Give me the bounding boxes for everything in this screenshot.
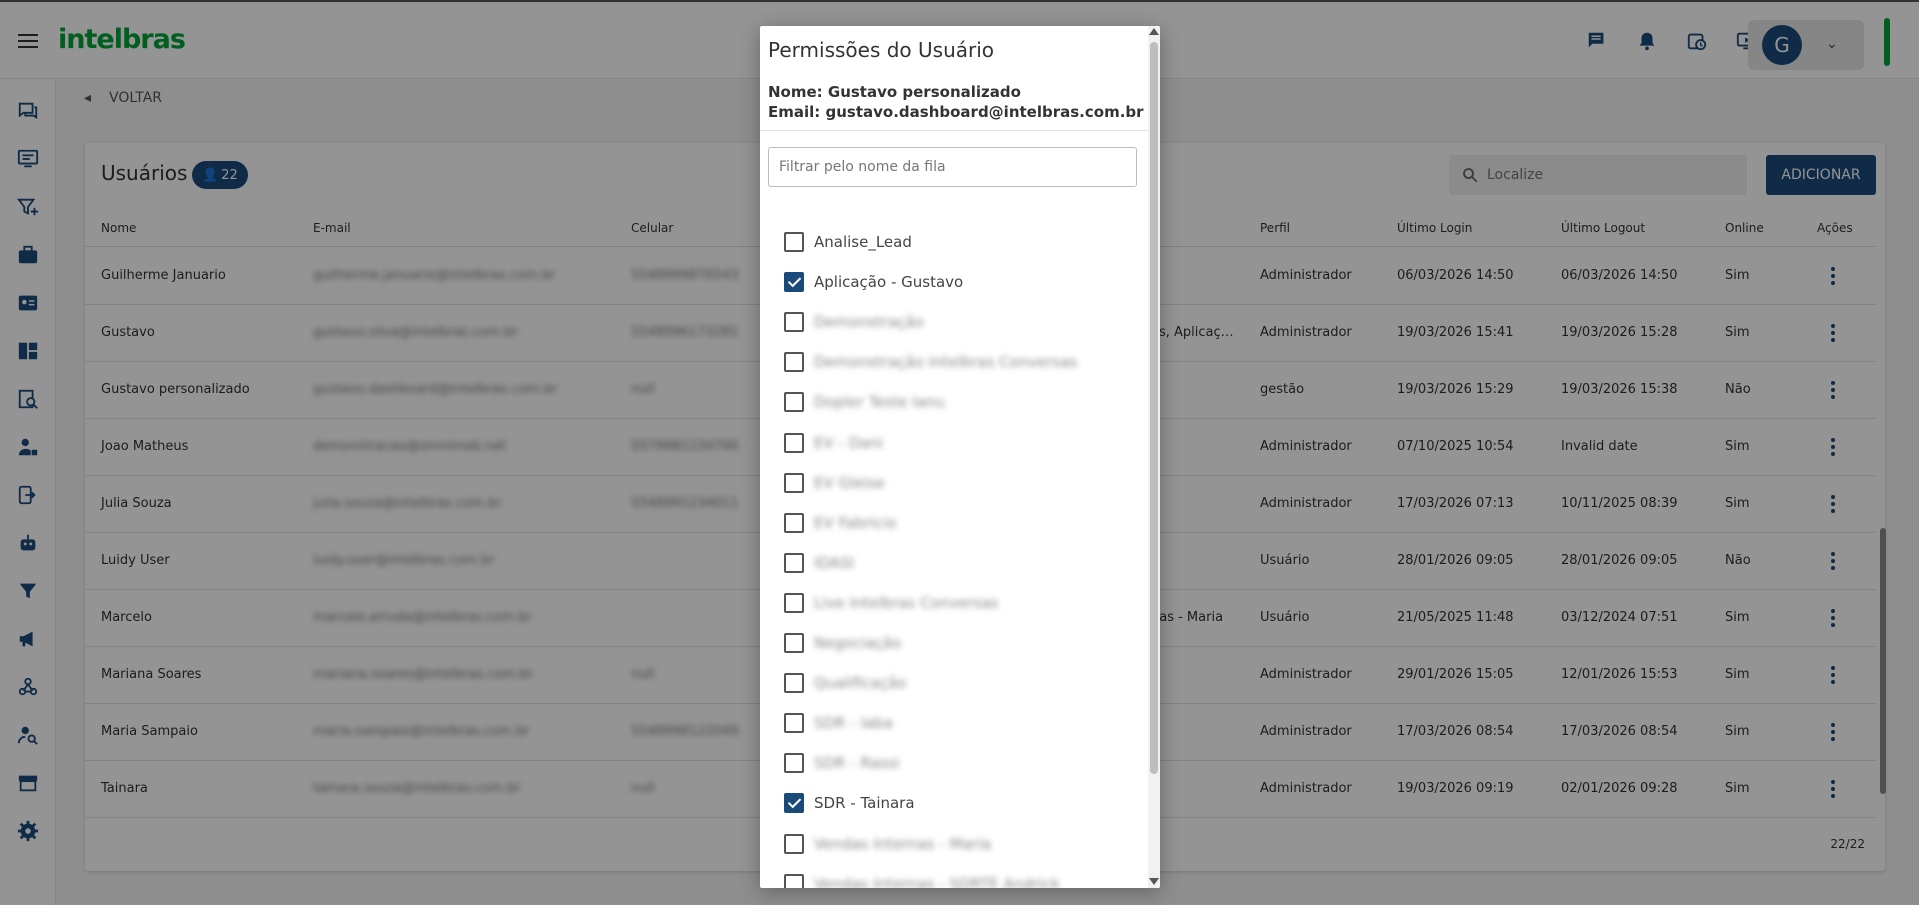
divider bbox=[760, 130, 1148, 131]
queue-label: EV Fabricio bbox=[814, 513, 897, 532]
checkbox-icon[interactable] bbox=[784, 392, 804, 413]
queue-checkbox-item[interactable]: Demonstração Intelbras Conversas bbox=[784, 350, 1077, 374]
checkbox-icon[interactable] bbox=[784, 592, 804, 613]
queue-label: Negociação bbox=[814, 634, 902, 652]
queue-checkbox-item[interactable]: IDASI bbox=[784, 551, 854, 575]
queue-checkbox-item[interactable]: SDR - Tainara bbox=[784, 791, 915, 815]
checkbox-icon[interactable] bbox=[784, 833, 804, 854]
queue-label: EV Gleise bbox=[814, 473, 885, 492]
queue-checkbox-item[interactable]: Dopler Teste Ianu bbox=[784, 390, 945, 414]
queue-checkbox-item[interactable]: EV Gleise bbox=[784, 471, 885, 495]
checkbox-icon[interactable] bbox=[784, 673, 804, 694]
checkbox-checked-icon[interactable] bbox=[784, 793, 804, 814]
queue-label: SDR - Tainara bbox=[814, 794, 915, 813]
permissions-dialog: Permissões do Usuário Nome: Gustavo pers… bbox=[760, 26, 1160, 888]
queue-checkbox-item[interactable]: SDR - Iaba bbox=[784, 711, 893, 735]
checkbox-checked-icon[interactable] bbox=[784, 272, 804, 293]
checkbox-icon[interactable] bbox=[784, 232, 804, 252]
queue-label: IDASI bbox=[814, 553, 854, 572]
queue-checkbox-item[interactable]: Analise_Lead bbox=[784, 230, 912, 254]
queue-label: Dopler Teste Ianu bbox=[814, 393, 945, 412]
queue-label: Vendas Internas - Maria bbox=[814, 834, 992, 853]
user-name-line: Nome: Gustavo personalizado bbox=[768, 83, 1021, 101]
queue-label: SDR - Rassi bbox=[814, 754, 900, 773]
queue-checkbox-item[interactable]: Live Intelbras Conversas bbox=[784, 591, 998, 615]
checkbox-icon[interactable] bbox=[784, 753, 804, 774]
checkbox-icon[interactable] bbox=[784, 873, 804, 888]
queue-checkbox-item[interactable]: Demonstração bbox=[784, 310, 924, 334]
dialog-scroll-thumb[interactable] bbox=[1150, 42, 1158, 774]
checkbox-icon[interactable] bbox=[784, 512, 804, 533]
queue-label: Demonstração Intelbras Conversas bbox=[814, 353, 1078, 372]
queue-label: Vendas Internas - SDRTE Andrick bbox=[814, 874, 1060, 888]
checkbox-icon[interactable] bbox=[784, 713, 804, 734]
checkbox-icon[interactable] bbox=[784, 312, 804, 333]
checkbox-icon[interactable] bbox=[784, 633, 804, 653]
queue-label: Live Intelbras Conversas bbox=[814, 593, 999, 612]
scroll-down-icon[interactable] bbox=[1149, 878, 1159, 885]
queue-label: EV - Dani bbox=[814, 433, 884, 452]
checkbox-icon[interactable] bbox=[784, 352, 804, 373]
queue-checkbox-item[interactable]: Vendas Internas - SDRTE Andrick bbox=[784, 872, 1060, 888]
queue-label: Analise_Lead bbox=[814, 233, 912, 251]
queue-label: Qualificação bbox=[814, 674, 907, 693]
checkbox-icon[interactable] bbox=[784, 552, 804, 573]
queue-checkbox-item[interactable]: EV Fabricio bbox=[784, 511, 896, 535]
queue-checkbox-item[interactable]: SDR - Rassi bbox=[784, 751, 900, 775]
queue-checkbox-item[interactable]: Vendas Internas - Maria bbox=[784, 832, 991, 856]
scroll-up-icon[interactable] bbox=[1149, 28, 1159, 35]
queue-checkbox-item[interactable]: Negociação bbox=[784, 631, 901, 655]
queue-checkbox-item[interactable]: Aplicação - Gustavo bbox=[784, 270, 963, 294]
user-info: Nome: Gustavo personalizado Email: gusta… bbox=[768, 82, 1144, 122]
queue-label: Aplicação - Gustavo bbox=[814, 273, 964, 292]
queue-checkbox-item[interactable]: EV - Dani bbox=[784, 431, 883, 455]
queue-label: SDR - Iaba bbox=[814, 714, 893, 733]
dialog-title: Permissões do Usuário bbox=[768, 38, 995, 62]
queue-filter-input[interactable] bbox=[768, 147, 1137, 187]
checkbox-icon[interactable] bbox=[784, 432, 804, 453]
queue-checkbox-item[interactable]: Qualificação bbox=[784, 671, 906, 695]
checkbox-icon[interactable] bbox=[784, 472, 804, 493]
queue-label: Demonstração bbox=[814, 313, 924, 332]
user-email-line: Email: gustavo.dashboard@intelbras.com.b… bbox=[768, 103, 1144, 121]
